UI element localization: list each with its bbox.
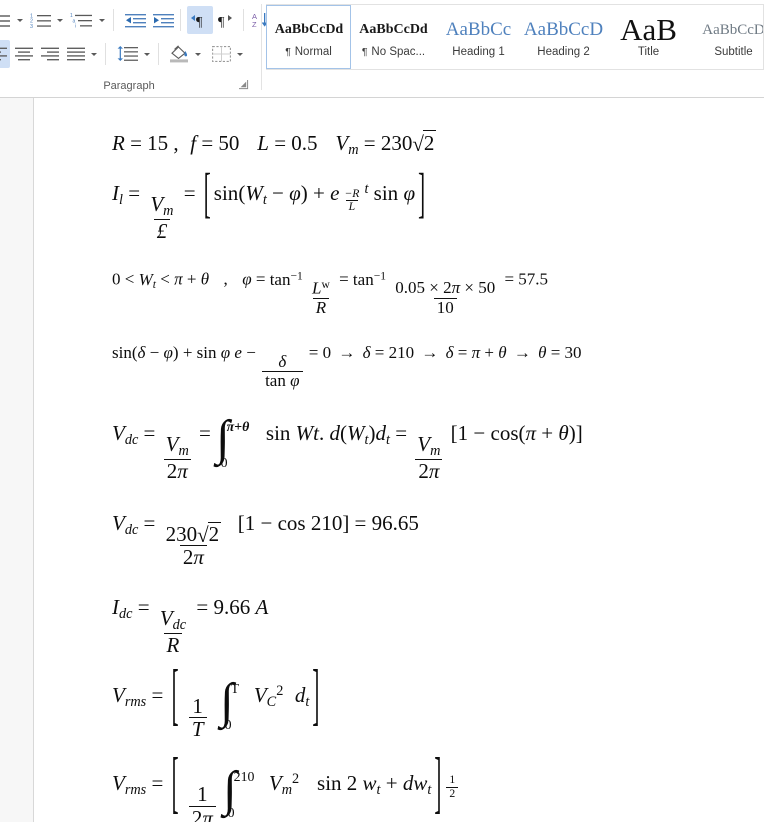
line-spacing-dropdown[interactable] [141, 40, 153, 68]
shading-button[interactable] [166, 40, 192, 68]
style-item-heading-2[interactable]: AaBbCcD Heading 2 [521, 5, 606, 69]
line-spacing-button[interactable] [114, 40, 140, 68]
svg-text:3: 3 [30, 23, 33, 28]
bullets-button[interactable] [0, 6, 14, 34]
equation-list: R = 15 , f = 50 L = 0.5 Vm = 230√2 Il = … [34, 98, 764, 822]
style-sample-heading-2: AaBbCcD [523, 18, 604, 40]
svg-text:¶: ¶ [218, 15, 225, 28]
style-sample-heading-1: AaBbCc [445, 18, 512, 40]
toolbar-separator-5 [105, 43, 106, 65]
equation-givens: R = 15 , f = 50 L = 0.5 Vm = 230√2 [112, 130, 437, 158]
paragraph-group-label: Paragraph [103, 80, 155, 92]
paragraph-row-one: 1 2 3 1 a i ¶ ¶ A Z [0, 4, 278, 36]
style-label-no-spacing: ¶ No Spac... [361, 45, 426, 58]
style-label-normal: ¶ Normal [285, 45, 332, 58]
equation-vdc-value: Vdc = 230√2 2π [1 − cos 210] = 96.65 [112, 510, 419, 570]
shading-dropdown[interactable] [192, 40, 204, 68]
style-item-subtitle[interactable]: AaBbCcD Subtitle [691, 5, 764, 69]
increase-indent-button[interactable] [150, 6, 176, 34]
svg-text:i: i [75, 23, 76, 28]
equation-delta: sin(δ − φ) + sin φ e − δ tan φ = 0 → δ = … [112, 343, 582, 391]
ribbon-group-styles: AaBbCcDd ¶ Normal AaBbCcDd ¶ No Spac... … [266, 0, 764, 97]
equation-current: Il = Vm £ = [sin(Wt − φ) + e −R Lt sin φ] [112, 161, 426, 244]
page-outside-margin [0, 98, 33, 822]
align-left-button[interactable] [0, 40, 10, 68]
justify-dropdown[interactable] [88, 40, 100, 68]
toolbar-separator-6 [158, 43, 159, 65]
ribbon-group-paragraph: 1 2 3 1 a i ¶ ¶ A Z Paragraph [0, 0, 278, 97]
ribbon: 1 2 3 1 a i ¶ ¶ A Z Paragraph AaBbCcDd ¶… [0, 0, 764, 98]
toolbar-separator-2 [180, 9, 181, 31]
style-sample-normal: AaBbCcDd [274, 21, 344, 37]
toolbar-separator-3 [243, 9, 244, 31]
style-item-title[interactable]: AaB Title [606, 5, 691, 69]
align-right-button[interactable] [38, 40, 62, 68]
paragraph-row-two [0, 38, 258, 70]
bullets-dropdown[interactable] [14, 6, 26, 34]
rtl-text-direction-button[interactable]: ¶ [214, 6, 240, 34]
styles-group-label: Styles [532, 80, 764, 92]
borders-dropdown[interactable] [234, 40, 246, 68]
style-sample-title: AaB [620, 16, 677, 43]
style-item-no-spacing[interactable]: AaBbCcDd ¶ No Spac... [351, 5, 436, 69]
style-label-subtitle: Subtitle [714, 45, 753, 58]
paragraph-settings-dialog-launcher[interactable] [238, 79, 250, 91]
equation-vdc-integral: Vdc = Vm 2π = ∫ π+θ 0 sin Wt. d(Wt)dt = Vm 2… [112, 410, 583, 483]
pilcrow-icon: ¶ [285, 45, 294, 58]
document-area[interactable]: R = 15 , f = 50 L = 0.5 Vm = 230√2 Il = … [0, 98, 764, 822]
align-center-button[interactable] [12, 40, 36, 68]
equation-vrms-expanded: Vrms = [ 1 2π ∫ 210 0 Vm2 sin 2 wt + dwt] 1 2 [112, 742, 764, 822]
multilevel-list-dropdown[interactable] [96, 6, 108, 34]
style-sample-subtitle: AaBbCcD [702, 21, 764, 38]
style-label-heading-2: Heading 2 [537, 45, 590, 58]
document-page[interactable]: R = 15 , f = 50 L = 0.5 Vm = 230√2 Il = … [33, 98, 764, 822]
numbering-dropdown[interactable] [54, 6, 66, 34]
style-label-title: Title [637, 45, 660, 58]
justify-button[interactable] [64, 40, 88, 68]
equation-idc: Idc = Vdc R = 9.66 A [112, 594, 269, 658]
styles-gallery[interactable]: AaBbCcDd ¶ Normal AaBbCcDd ¶ No Spac... … [266, 4, 764, 70]
numbering-button[interactable]: 1 2 3 [28, 6, 54, 34]
equation-phase-angle: 0 < Wt < π + θ , φ = tan−1 Lw R = tan−1 0… [112, 268, 549, 317]
style-label-heading-1: Heading 1 [452, 45, 505, 58]
style-sample-no-spacing: AaBbCcDd [359, 21, 428, 37]
svg-text:¶: ¶ [196, 15, 203, 28]
pilcrow-icon: ¶ [361, 45, 371, 58]
svg-text:Z: Z [252, 20, 257, 28]
borders-button[interactable] [208, 40, 234, 68]
toolbar-separator [113, 9, 114, 31]
ribbon-group-separator [261, 4, 262, 90]
style-item-normal[interactable]: AaBbCcDd ¶ Normal [266, 5, 351, 69]
style-item-heading-1[interactable]: AaBbCc Heading 1 [436, 5, 521, 69]
ltr-text-direction-button[interactable]: ¶ [187, 6, 213, 34]
multilevel-list-button[interactable]: 1 a i [68, 6, 96, 34]
equation-vrms-definition: Vrms = [ 1T ∫ T 0 VC2 dt] [112, 654, 320, 742]
decrease-indent-button[interactable] [122, 6, 148, 34]
